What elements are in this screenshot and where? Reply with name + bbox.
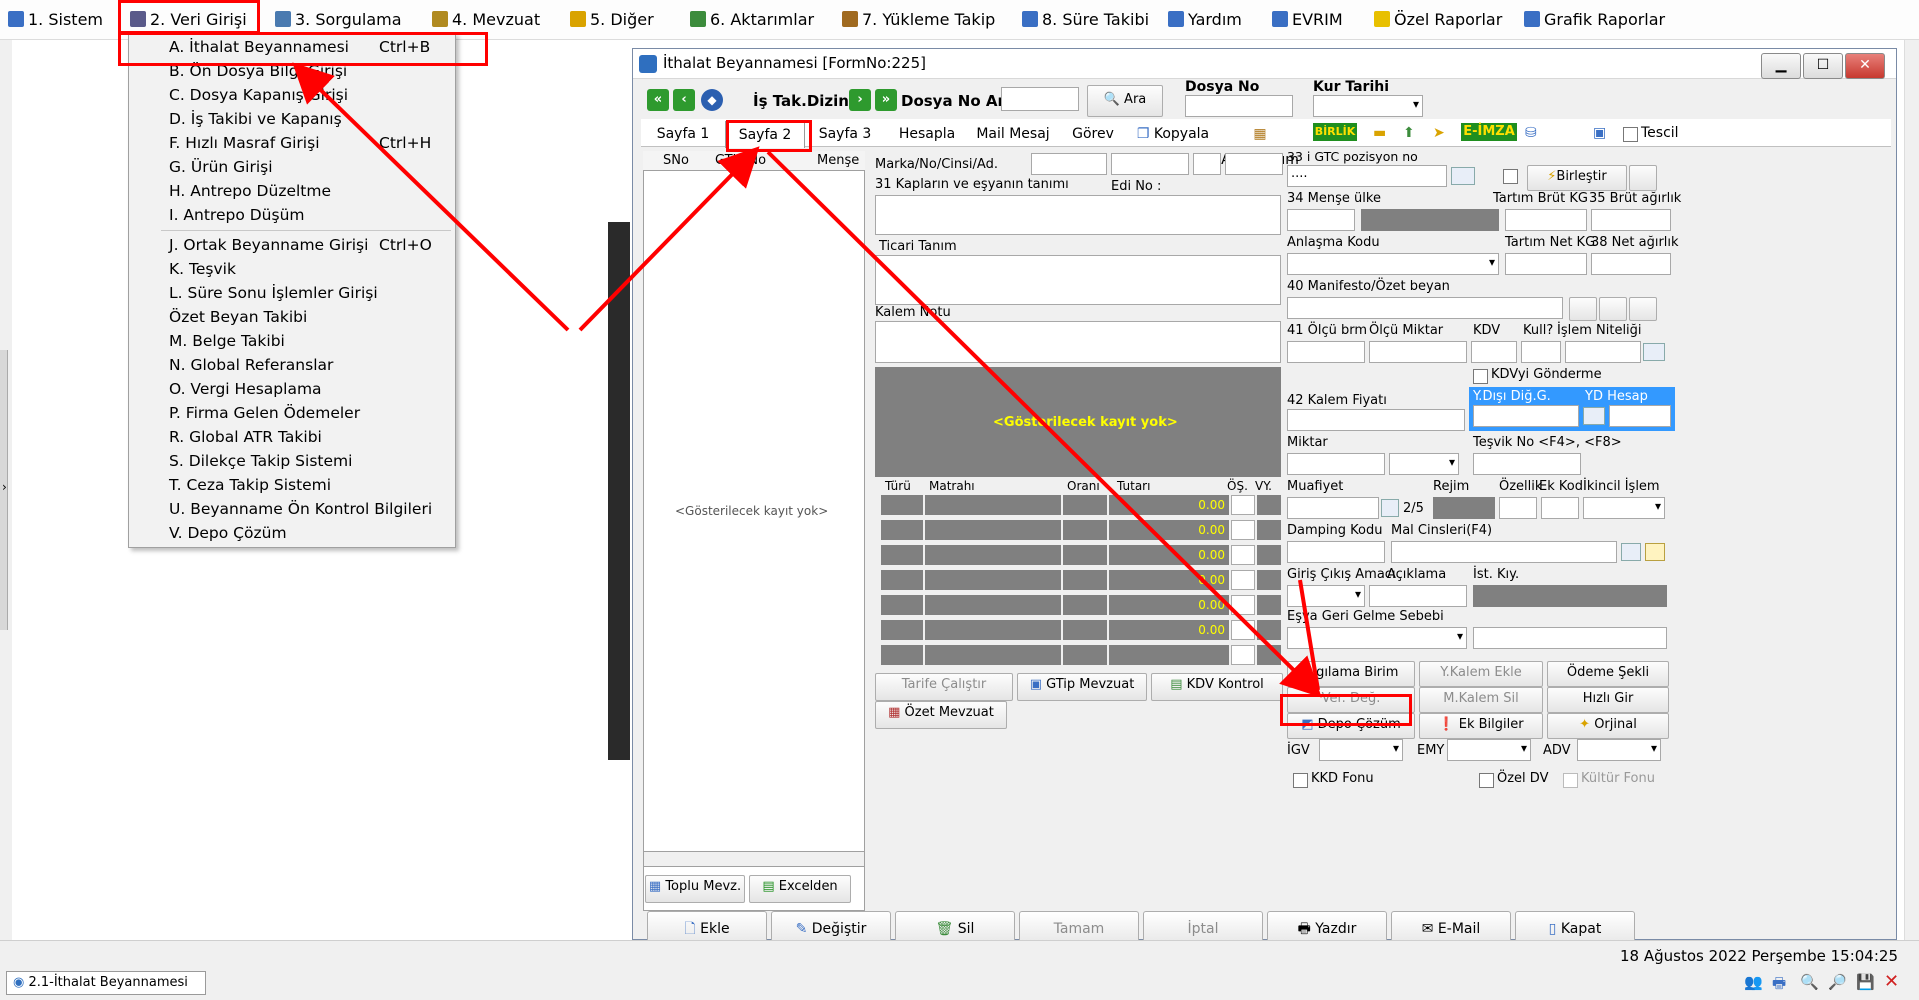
close-x-icon[interactable]: ✕ [1884,971,1899,992]
arrow-to-menu [292,62,570,332]
status-bar: 18 Ağustos 2022 Perşembe 15:04:25 ◉ 2.1-… [0,940,1919,1000]
print-icon[interactable]: 🖶 [1772,973,1786,998]
app-icon: ◉ [13,975,25,990]
save-icon[interactable]: 💾 [1856,973,1875,991]
search-icon[interactable]: 🔍 [1800,973,1819,991]
taskbar-item[interactable]: ◉ 2.1-İthalat Beyannamesi [6,971,206,995]
arrow-to-sayfa2 [578,146,760,332]
annotation-arrows [292,62,1322,698]
arrow-depo-up [1298,579,1320,691]
arrow-to-depo [766,150,1322,698]
search-alt-icon[interactable]: 🔎 [1828,973,1847,991]
users-icon[interactable]: 👥 [1744,973,1763,991]
datetime: 18 Ağustos 2022 Perşembe 15:04:25 [1620,947,1898,965]
